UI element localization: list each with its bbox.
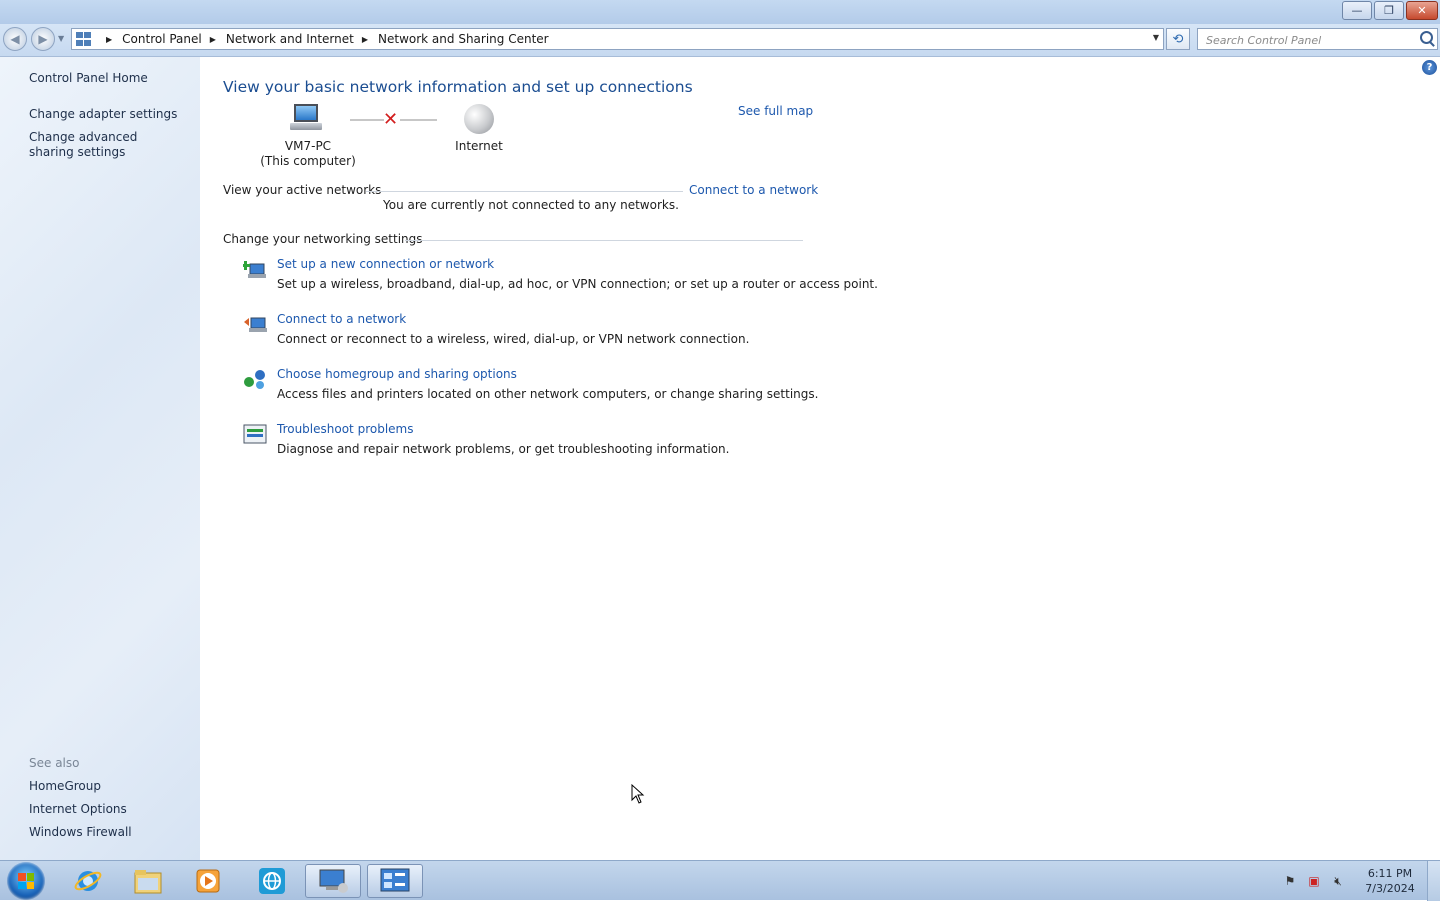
clock-date: 7/3/2024 bbox=[1365, 882, 1415, 895]
computer-subtitle: (This computer) bbox=[260, 154, 356, 168]
connect-to-network-description: Connect or reconnect to a wireless, wire… bbox=[277, 332, 750, 346]
refresh-icon: ⟲ bbox=[1172, 31, 1184, 47]
address-dropdown-icon[interactable]: ▼ bbox=[1153, 33, 1159, 42]
connect-to-network-link[interactable]: Connect to a network bbox=[689, 183, 818, 197]
minimize-button[interactable]: — bbox=[1342, 1, 1372, 20]
taskbar-media-player[interactable] bbox=[180, 864, 236, 898]
search-input[interactable] bbox=[1204, 30, 1418, 50]
taskbar-network-app[interactable] bbox=[244, 864, 300, 898]
remote-desktop-icon bbox=[319, 869, 348, 893]
sidebar-item-control-panel-home[interactable]: Control Panel Home bbox=[29, 71, 148, 86]
troubleshoot-description: Diagnose and repair network problems, or… bbox=[277, 442, 730, 456]
windows-logo-icon bbox=[18, 873, 34, 889]
computer-label: VM7-PC (This computer) bbox=[258, 139, 358, 169]
window-controls: — ❐ ✕ bbox=[1340, 1, 1438, 20]
sidebar-item-change-adapter-settings[interactable]: Change adapter settings bbox=[29, 107, 177, 122]
internet-explorer-icon bbox=[74, 871, 102, 891]
refresh-button[interactable]: ⟲ bbox=[1166, 28, 1190, 50]
breadcrumb-separator-icon[interactable]: ▶ bbox=[210, 35, 216, 44]
main-content: View your basic network information and … bbox=[200, 57, 1440, 860]
connect-network-icon bbox=[244, 317, 267, 332]
section-divider bbox=[366, 191, 683, 192]
homegroup-icon bbox=[244, 370, 265, 389]
internet-label: Internet bbox=[455, 139, 503, 153]
windows-explorer-icon bbox=[134, 870, 162, 894]
search-icon[interactable] bbox=[1420, 31, 1433, 44]
see-also-internet-options[interactable]: Internet Options bbox=[29, 802, 127, 817]
close-button[interactable]: ✕ bbox=[1406, 1, 1438, 20]
connect-to-network-task-link[interactable]: Connect to a network bbox=[277, 312, 406, 326]
section-divider bbox=[405, 240, 803, 241]
sidebar: Control Panel Home Change adapter settin… bbox=[0, 57, 200, 860]
back-button[interactable]: ◀ bbox=[3, 27, 27, 51]
navigation-bar: ◀ ▶ ▼ ▶ Control Panel ▶ Network and Inte… bbox=[0, 24, 1440, 57]
recent-pages-dropdown-icon[interactable]: ▼ bbox=[58, 34, 64, 43]
see-also-heading: See also bbox=[29, 756, 80, 770]
active-networks-heading: View your active networks bbox=[223, 183, 382, 197]
computer-name: VM7-PC bbox=[284, 139, 332, 153]
breadcrumb-separator-icon[interactable]: ▶ bbox=[106, 35, 112, 44]
address-bar[interactable]: ▶ Control Panel ▶ Network and Internet ▶… bbox=[71, 28, 1164, 50]
taskbar-control-panel[interactable] bbox=[367, 864, 423, 898]
disconnected-x-icon: ✕ bbox=[383, 109, 399, 130]
control-panel-icon bbox=[380, 868, 410, 892]
troubleshoot-icon bbox=[243, 424, 267, 444]
forward-button[interactable]: ▶ bbox=[31, 27, 55, 51]
media-player-icon bbox=[196, 869, 220, 893]
new-connection-icon bbox=[243, 261, 266, 278]
volume-muted-icon[interactable]: 🔇︎ bbox=[1330, 873, 1346, 889]
start-button[interactable] bbox=[7, 862, 45, 900]
search-box[interactable] bbox=[1197, 28, 1438, 50]
page-title: View your basic network information and … bbox=[223, 78, 693, 96]
forward-arrow-icon: ▶ bbox=[38, 32, 48, 46]
no-networks-status: You are currently not connected to any n… bbox=[383, 198, 679, 212]
breadcrumb-control-panel[interactable]: Control Panel bbox=[122, 32, 202, 46]
setup-new-connection-link[interactable]: Set up a new connection or network bbox=[277, 257, 494, 271]
taskbar-windows-explorer[interactable] bbox=[120, 864, 176, 898]
internet-globe-icon bbox=[464, 104, 494, 134]
breadcrumb-network-and-sharing-center[interactable]: Network and Sharing Center bbox=[378, 32, 549, 46]
control-panel-icon bbox=[76, 32, 92, 46]
taskbar-remote-desktop[interactable] bbox=[305, 864, 361, 898]
title-bar: — ❐ ✕ bbox=[0, 0, 1440, 24]
see-full-map-link[interactable]: See full map bbox=[738, 104, 813, 118]
clock-time: 6:11 PM bbox=[1367, 867, 1413, 880]
breadcrumb-separator-icon[interactable]: ▶ bbox=[362, 35, 368, 44]
networking-settings-heading: Change your networking settings bbox=[223, 232, 423, 246]
mouse-cursor-icon bbox=[631, 784, 645, 804]
homegroup-sharing-description: Access files and printers located on oth… bbox=[277, 387, 819, 401]
network-disconnected-icon[interactable]: ▣ bbox=[1306, 873, 1322, 889]
see-also-homegroup[interactable]: HomeGroup bbox=[29, 779, 101, 794]
clock[interactable]: 6:11 PM 7/3/2024 bbox=[1360, 866, 1420, 896]
connection-line bbox=[400, 119, 437, 121]
action-center-flag-icon[interactable]: ⚑ bbox=[1282, 873, 1298, 889]
notification-area: ⚑ ▣ 🔇︎ bbox=[1282, 873, 1346, 889]
computer-icon bbox=[290, 104, 322, 132]
breadcrumb-network-and-internet[interactable]: Network and Internet bbox=[226, 32, 354, 46]
network-app-icon bbox=[259, 868, 285, 894]
restore-button[interactable]: ❐ bbox=[1374, 1, 1404, 20]
troubleshoot-link[interactable]: Troubleshoot problems bbox=[277, 422, 413, 436]
see-also-windows-firewall[interactable]: Windows Firewall bbox=[29, 825, 132, 840]
taskbar: ⚑ ▣ 🔇︎ 6:11 PM 7/3/2024 bbox=[0, 860, 1440, 901]
setup-new-connection-description: Set up a wireless, broadband, dial-up, a… bbox=[277, 277, 878, 291]
show-desktop-button[interactable] bbox=[1427, 861, 1440, 901]
connection-line bbox=[350, 119, 384, 121]
homegroup-sharing-link[interactable]: Choose homegroup and sharing options bbox=[277, 367, 517, 381]
taskbar-internet-explorer[interactable] bbox=[60, 864, 116, 898]
back-arrow-icon: ◀ bbox=[10, 32, 20, 46]
sidebar-item-change-advanced-sharing-settings[interactable]: Change advanced sharing settings bbox=[29, 130, 179, 160]
